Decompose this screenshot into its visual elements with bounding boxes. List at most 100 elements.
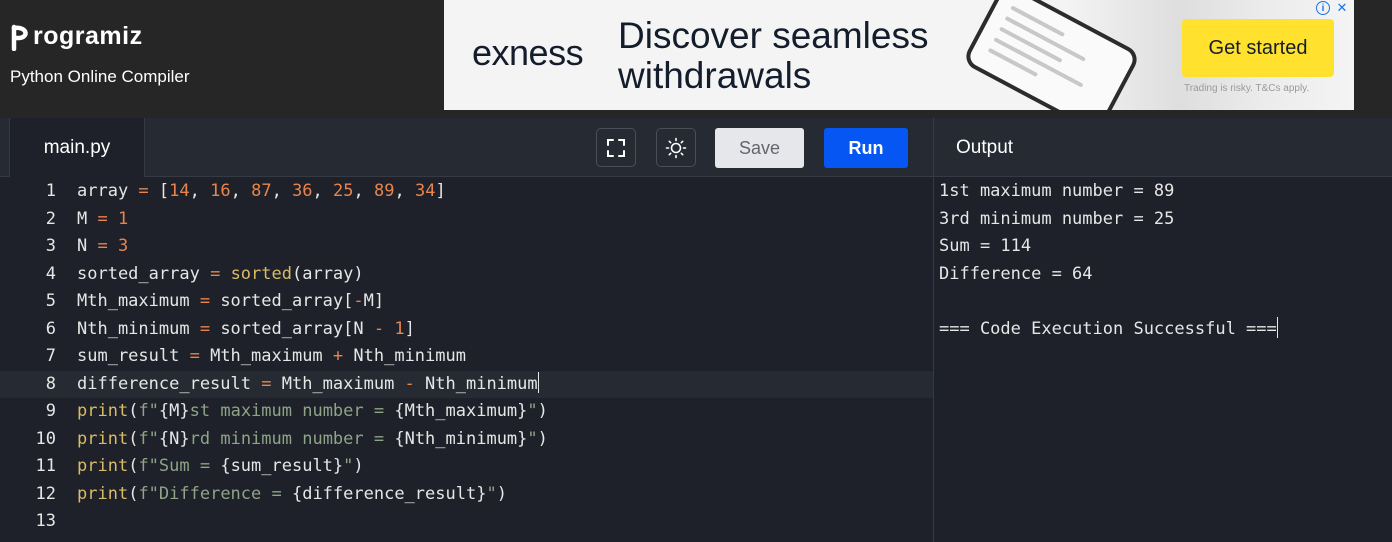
output-line: 1st maximum number = 89 <box>939 181 1175 201</box>
text-cursor <box>1276 316 1279 338</box>
code-line[interactable]: 1 array = [14, 16, 87, 36, 25, 89, 34] <box>0 178 933 205</box>
code-token: = <box>97 208 108 229</box>
ad-choices[interactable]: i ✕ <box>1316 0 1350 16</box>
code-token: sum_result <box>77 346 190 366</box>
brand[interactable]: rogramiz Python Online Compiler <box>10 22 190 87</box>
code-token: , <box>230 181 252 201</box>
info-icon[interactable]: i <box>1316 1 1330 15</box>
code-token: ) <box>496 483 507 504</box>
sun-icon <box>665 137 687 158</box>
code-line[interactable]: 8 difference_result = Mth_maximum - Nth_m… <box>0 370 933 398</box>
code-token: ( <box>128 401 139 421</box>
code-token: f"Sum = <box>138 456 221 476</box>
ad-get-started-button[interactable]: Get started <box>1182 19 1334 77</box>
code-token: , <box>353 181 374 201</box>
code-token: f" <box>138 401 159 421</box>
line-number: 3 <box>45 236 56 256</box>
code-token: {sum_result} <box>220 456 344 476</box>
line-number: 2 <box>45 208 56 229</box>
advertisement-banner[interactable]: exness Discover seamless withdrawals Get… <box>444 0 1354 110</box>
code-line[interactable]: 13 <box>0 508 933 535</box>
code-line[interactable]: 7 sum_result = Mth_maximum + Nth_minimum <box>0 343 933 370</box>
line-number: 4 <box>45 263 56 284</box>
ad-brand-logo: exness <box>472 32 584 73</box>
code-token: ( <box>128 428 139 449</box>
code-text: N = 3 <box>77 233 128 260</box>
code-token: Nth_minimum <box>414 373 538 394</box>
editor-toolbar: main.py Save Run <box>0 118 933 177</box>
code-line[interactable]: 12 print(f"Difference = {difference_resul… <box>0 481 933 508</box>
code-token: = <box>97 236 108 256</box>
code-token: rd minimum number = <box>189 428 395 449</box>
code-token: , <box>394 181 415 201</box>
code-token: 89 <box>374 181 395 201</box>
code-token: 87 <box>251 181 272 201</box>
line-number: 10 <box>35 428 56 449</box>
ad-headline: Discover seamless withdrawals <box>618 15 929 96</box>
code-token: " <box>527 428 538 449</box>
code-token: M <box>77 208 98 229</box>
code-line[interactable]: 5 Mth_maximum = sorted_array[-M] <box>0 288 933 315</box>
code-token: = <box>138 181 149 201</box>
code-token: sorted_array[ <box>210 291 354 311</box>
line-number: 8 <box>45 373 56 394</box>
code-token: Mth_maximum <box>199 346 333 366</box>
code-line[interactable]: 11 print(f"Sum = {sum_result}") <box>0 453 933 480</box>
code-token: , <box>271 181 293 201</box>
run-button[interactable]: Run <box>824 128 908 168</box>
code-token: = <box>199 291 211 311</box>
code-token: Nth_minimum <box>343 346 466 366</box>
ad-disclaimer: Trading is risky. T&Cs apply. <box>1184 83 1310 94</box>
code-token: = <box>199 318 211 339</box>
code-token: {Nth_minimum} <box>394 428 528 449</box>
fullscreen-button[interactable] <box>596 128 636 167</box>
code-token: ( <box>128 456 139 476</box>
programiz-logo[interactable]: rogramiz <box>10 22 190 51</box>
code-token: print <box>77 456 129 476</box>
code-token: 3 <box>117 236 129 256</box>
code-token: {N} <box>158 428 190 449</box>
page-subtitle: Python Online Compiler <box>10 67 190 86</box>
line-number: 13 <box>35 511 56 531</box>
code-token: ) <box>537 401 548 421</box>
output-header: Output <box>934 118 1392 177</box>
code-text: sorted_array = sorted(array) <box>77 261 364 288</box>
code-line[interactable]: 6 Nth_minimum = sorted_array[N - 1] <box>0 316 933 343</box>
theme-toggle-button[interactable] <box>656 128 696 167</box>
code-token: - <box>404 373 415 394</box>
code-token: ) <box>537 428 548 449</box>
output-line: === Code Execution Successful === <box>939 316 1279 339</box>
output-line: Difference = 64 <box>939 263 1093 284</box>
code-text: array = [14, 16, 87, 36, 25, 89, 34] <box>77 178 446 205</box>
code-token: ] <box>404 318 415 339</box>
line-number: 9 <box>45 401 56 421</box>
code-text: print(f"{M}st maximum number = {Mth_maxi… <box>77 398 548 425</box>
save-button[interactable]: Save <box>715 128 804 168</box>
code-line[interactable]: 9 print(f"{M}st maximum number = {Mth_max… <box>0 398 933 425</box>
code-line[interactable]: 3N = 3 <box>0 233 933 260</box>
programiz-logo-icon <box>11 24 28 51</box>
output-line: 3rd minimum number = 25 <box>939 208 1175 229</box>
code-token: Mth_maximum <box>77 291 200 311</box>
code-text: difference_result = Mth_maximum - Nth_mi… <box>77 371 540 398</box>
code-text: print(f"{N}rd minimum number = {Nth_mini… <box>77 426 548 453</box>
code-token: 25 <box>333 181 354 201</box>
code-line[interactable]: 4 sorted_array = sorted(array) <box>0 261 933 288</box>
code-token: sorted_array[N <box>210 318 374 339</box>
close-icon[interactable]: ✕ <box>1334 0 1350 16</box>
code-token: {difference_result} <box>291 483 487 504</box>
tab-main-py[interactable]: main.py <box>9 118 145 177</box>
output-console[interactable]: 1st maximum number = 89 3rd minimum numbe… <box>939 178 1279 343</box>
line-number: 7 <box>45 346 56 366</box>
code-input-area[interactable]: 1 array = [14, 16, 87, 36, 25, 89, 34] 2 M … <box>0 178 933 542</box>
code-token: 1 <box>394 318 405 339</box>
code-text: print(f"Sum = {sum_result}") <box>77 453 364 480</box>
code-token: = <box>261 373 272 394</box>
code-editor-panel: main.py Save Run 1 array = [14, 16, 87, 3… <box>0 118 934 542</box>
code-line[interactable]: 2M = 1 <box>0 206 933 233</box>
code-token: 1 <box>117 208 129 229</box>
code-line[interactable]: 10 print(f"{N}rd minimum number = {Nth_mi… <box>0 426 933 453</box>
